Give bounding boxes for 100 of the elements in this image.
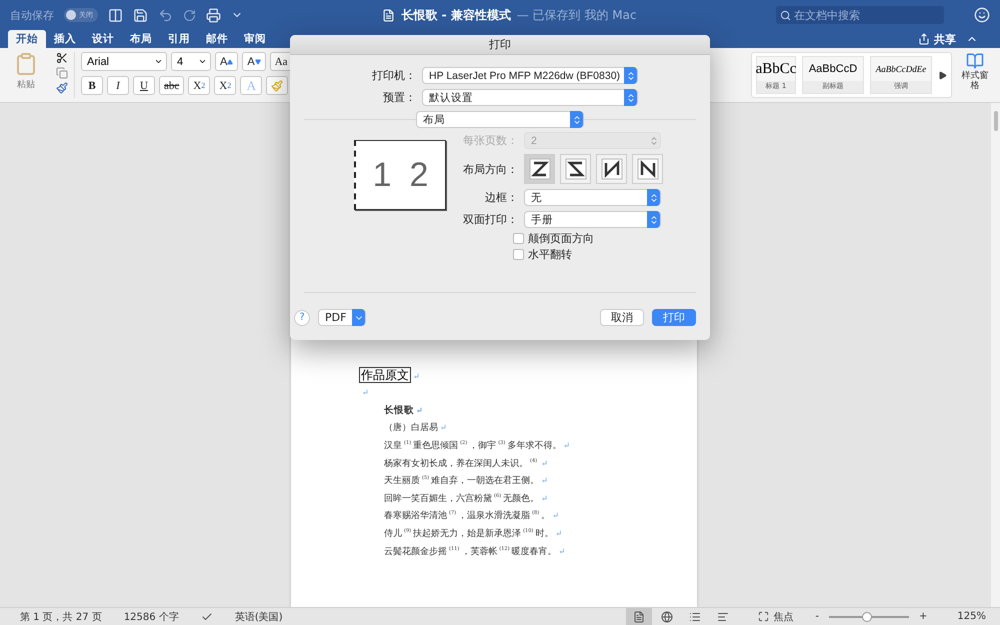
focus-icon[interactable] bbox=[758, 611, 770, 622]
stepper-icon bbox=[572, 114, 582, 124]
checkbox[interactable] bbox=[513, 248, 524, 260]
share-button[interactable]: 共享 bbox=[918, 30, 956, 48]
poem-line: 云鬓花颜金步摇$^{(11)}$，芙蓉帐$^{(12)}$暖度春宵。 bbox=[384, 544, 557, 558]
checkbox-label[interactable]: 水平翻转 bbox=[528, 246, 572, 262]
format-painter-icon[interactable] bbox=[56, 82, 68, 94]
grow-font-button[interactable]: A bbox=[215, 52, 238, 71]
document-icon bbox=[382, 8, 396, 22]
stepper-icon bbox=[626, 92, 636, 102]
paragraph-mark: ↵ bbox=[558, 546, 566, 556]
ribbon-tab[interactable]: 邮件 bbox=[198, 30, 236, 48]
paragraph-mark: ↵ bbox=[362, 388, 369, 398]
checkbox-label[interactable]: 颠倒页面方向 bbox=[528, 230, 594, 246]
format-button[interactable]: U bbox=[133, 76, 155, 95]
scrollbar[interactable] bbox=[991, 103, 1000, 607]
ribbon-tab[interactable]: 开始 bbox=[8, 30, 46, 48]
format-button[interactable]: B bbox=[81, 76, 103, 95]
font-field[interactable]: Arial bbox=[81, 52, 167, 71]
focus-label[interactable]: 焦点 bbox=[773, 610, 794, 624]
view-button[interactable] bbox=[626, 608, 652, 625]
paragraph-mark: ↵ bbox=[541, 458, 548, 468]
save-icon[interactable] bbox=[133, 8, 148, 22]
ribbon-tab[interactable]: 引用 bbox=[160, 30, 198, 48]
preview-page-number: 2 bbox=[410, 156, 428, 194]
stepper-icon bbox=[648, 136, 658, 146]
sidebar-icon[interactable] bbox=[108, 8, 123, 22]
section-select[interactable]: 布局 bbox=[416, 111, 584, 128]
poem-line: 回眸一笑百媚生，六宫粉黛$^{(6)}$无颜色。 bbox=[384, 492, 540, 505]
zoom-out-button[interactable]: - bbox=[815, 611, 820, 622]
stepper-icon bbox=[648, 192, 658, 202]
page-count[interactable]: 第 1 页，共 27 页 bbox=[20, 610, 102, 624]
layout-direction-icon bbox=[528, 158, 550, 180]
poem-title: 长恨歌 bbox=[384, 404, 414, 417]
field-label: 每张页数： bbox=[462, 133, 518, 148]
search-field[interactable]: 在文档中搜索 bbox=[776, 6, 944, 24]
stepper-icon bbox=[648, 214, 658, 224]
two-sided-select[interactable]: 手册 bbox=[524, 211, 661, 228]
help-button[interactable]: ? bbox=[294, 310, 310, 326]
ribbon-tab[interactable]: 设计 bbox=[84, 30, 122, 48]
ribbon-tab[interactable]: 插入 bbox=[46, 30, 84, 48]
font-size-field[interactable]: 4 bbox=[171, 52, 211, 71]
more-styles-icon[interactable] bbox=[938, 70, 947, 80]
redo-icon[interactable] bbox=[183, 8, 196, 22]
layout-direction-button[interactable] bbox=[596, 154, 627, 184]
styles-pane-button[interactable]: 样式窗格 bbox=[958, 52, 992, 92]
cut-icon[interactable] bbox=[56, 52, 68, 64]
highlighter-icon bbox=[271, 80, 284, 92]
field-label: 预置： bbox=[382, 90, 416, 105]
print-icon[interactable] bbox=[206, 8, 221, 22]
autosave-label: 自动保存 bbox=[10, 8, 54, 22]
poem-line: 天生丽质$^{(5)}$难自弃，一朝选在君王侧。 bbox=[384, 474, 540, 488]
layout-direction-button[interactable] bbox=[632, 154, 663, 184]
share-icon bbox=[918, 33, 930, 45]
paragraph-mark: ↵ bbox=[413, 372, 420, 381]
window-title: 长恨歌 - 兼容性模式 bbox=[401, 6, 511, 24]
print-layout-icon bbox=[633, 610, 646, 622]
paragraph-mark: ↵ bbox=[552, 511, 559, 520]
layout-direction-icon bbox=[636, 158, 658, 180]
poem-line: 杨家有女初长成，养在深闺人未识。$^{(4)}$ bbox=[384, 456, 538, 470]
field-label: 双面打印： bbox=[462, 212, 518, 227]
border-select[interactable]: 无 bbox=[524, 189, 661, 206]
checkbox[interactable] bbox=[513, 232, 524, 244]
preview-page-number: 1 bbox=[372, 156, 392, 194]
undo-icon[interactable] bbox=[158, 8, 173, 22]
cancel-button[interactable]: 取消 bbox=[600, 309, 644, 326]
paragraph-mark: ↵ bbox=[563, 441, 570, 450]
layout-direction-button[interactable] bbox=[560, 154, 591, 184]
smiley-icon[interactable] bbox=[974, 7, 990, 23]
up-triangle-icon bbox=[227, 58, 234, 64]
presets-select[interactable]: 默认设置 bbox=[422, 89, 638, 106]
print-button[interactable]: 打印 bbox=[652, 309, 696, 326]
proofing-icon[interactable] bbox=[200, 610, 213, 622]
format-button[interactable]: I bbox=[107, 76, 129, 95]
web-layout-icon bbox=[661, 610, 674, 622]
clear-formatting-button[interactable]: Aa bbox=[270, 52, 293, 71]
shrink-font-button[interactable]: A bbox=[242, 52, 266, 71]
poem-line: 汉皇$^{(1)}$重色思倾国$^{(2)}$，御宇$^{(3)}$多年求不得。 bbox=[384, 439, 562, 452]
ribbon-tab[interactable]: 布局 bbox=[122, 30, 160, 48]
dialog-title: 打印 bbox=[290, 35, 710, 55]
field-label: 布局方向： bbox=[462, 162, 518, 176]
paragraph-mark: ↵ bbox=[541, 494, 548, 503]
ribbon-tab[interactable]: 审阅 bbox=[236, 30, 274, 48]
paragraph-mark: ↵ bbox=[555, 529, 562, 538]
stepper-icon bbox=[626, 70, 636, 80]
paragraph-mark: ↵ bbox=[541, 476, 548, 486]
zoom-in-button[interactable]: + bbox=[919, 611, 928, 622]
word-count[interactable]: 12586 个字 bbox=[124, 610, 179, 624]
poem-line: 侍儿$^{(9)}$扶起娇无力，始是新承恩泽$^{(10)}$时。 bbox=[384, 527, 554, 540]
zoom-percent[interactable]: 125% bbox=[957, 611, 986, 622]
pdf-menu-button[interactable]: PDF bbox=[318, 309, 366, 326]
save-status: — 已保存到 我的 Mac bbox=[516, 6, 637, 24]
paste-label[interactable]: 粘贴 bbox=[17, 78, 35, 91]
styles-pane-icon bbox=[966, 52, 984, 70]
layout-direction-icon bbox=[600, 158, 622, 180]
layout-direction-button[interactable] bbox=[524, 154, 555, 184]
format-button[interactable]: abc bbox=[159, 76, 184, 95]
language-label[interactable]: 英语(美国) bbox=[234, 610, 283, 624]
printer-select[interactable]: HP LaserJet Pro MFP M226dw (BF0830) bbox=[422, 67, 638, 84]
caret-icon bbox=[198, 57, 207, 66]
